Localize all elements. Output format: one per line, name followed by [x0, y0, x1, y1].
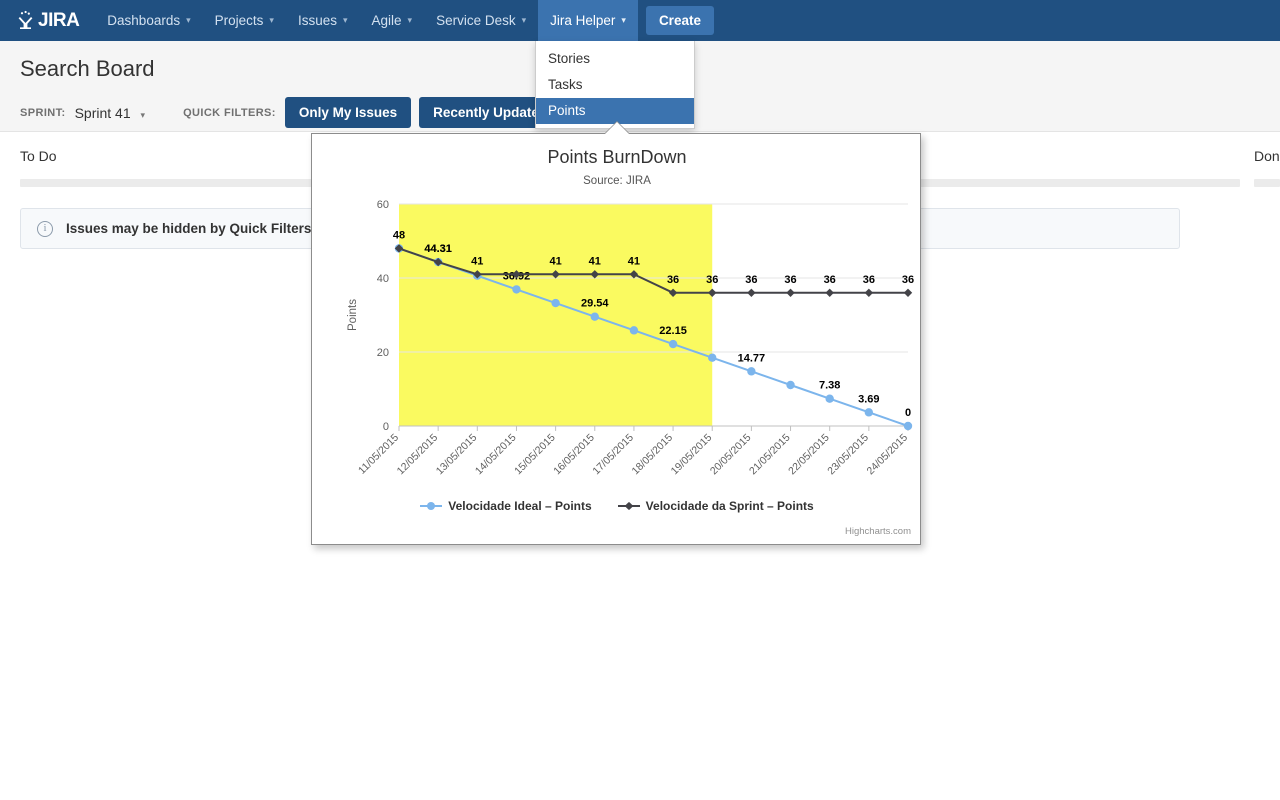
board-filter-bar: SPRINT: Sprint 41 ▾ QUICK FILTERS: Only … [20, 97, 569, 128]
jira-logo[interactable]: JIRA [0, 0, 95, 41]
svg-text:36: 36 [784, 274, 796, 286]
svg-text:20/05/2015: 20/05/2015 [708, 432, 754, 478]
svg-text:22.15: 22.15 [659, 325, 687, 337]
svg-text:44.31: 44.31 [424, 243, 452, 255]
chart-credit: Highcharts.com [845, 526, 911, 537]
chevron-down-icon: ▾ [521, 15, 527, 25]
quick-filter-warning-text: Issues may be hidden by Quick Filters [66, 221, 312, 236]
chart-legend: Velocidade Ideal – Points Velocidade da … [312, 499, 922, 513]
nav-item-label: Jira Helper [550, 13, 616, 28]
nav-item-label: Dashboards [107, 13, 181, 28]
menu-item-tasks[interactable]: Tasks [536, 72, 694, 98]
board-column-bar-done [1254, 179, 1280, 187]
board-column-header-todo: To Do [20, 148, 57, 164]
svg-text:41: 41 [589, 255, 601, 267]
jira-helper-dropdown-menu: Stories Tasks Points Pizza [535, 41, 695, 129]
chevron-down-icon: ▾ [269, 15, 274, 25]
top-navigation-bar: JIRA Dashboards ▾ Projects ▾ Issues ▾ Ag… [0, 0, 1280, 41]
nav-item-service-desk[interactable]: Service Desk ▾ [424, 0, 538, 41]
nav-item-label: Agile [371, 13, 402, 28]
legend-marker-ideal-icon [420, 502, 443, 510]
svg-text:36: 36 [706, 274, 718, 286]
svg-text:41: 41 [549, 255, 561, 267]
svg-text:15/05/2015: 15/05/2015 [512, 432, 558, 478]
svg-text:14.77: 14.77 [738, 352, 766, 364]
legend-item-velocidade-ideal[interactable]: Velocidade Ideal – Points [420, 499, 592, 513]
chevron-down-icon: ▾ [140, 109, 146, 120]
legend-item-velocidade-da-sprint[interactable]: Velocidade da Sprint – Points [617, 499, 814, 513]
nav-item-label: Projects [214, 13, 264, 28]
nav-item-issues[interactable]: Issues ▾ [286, 0, 360, 41]
quick-filter-only-my-issues[interactable]: Only My Issues [284, 97, 412, 128]
svg-text:20: 20 [377, 347, 389, 359]
svg-text:22/05/2015: 22/05/2015 [786, 432, 832, 478]
nav-item-projects[interactable]: Projects ▾ [203, 0, 286, 41]
svg-text:19/05/2015: 19/05/2015 [669, 432, 715, 478]
svg-text:41: 41 [628, 255, 640, 267]
svg-text:14/05/2015: 14/05/2015 [473, 432, 519, 478]
svg-text:36: 36 [824, 274, 836, 286]
svg-text:17/05/2015: 17/05/2015 [590, 432, 636, 478]
svg-text:18/05/2015: 18/05/2015 [630, 432, 676, 478]
page-title: Search Board [20, 56, 155, 81]
chevron-down-icon: ▾ [407, 15, 413, 25]
sprint-selector-value: Sprint 41 [74, 104, 131, 121]
nav-item-jira-helper[interactable]: Jira Helper ▾ [538, 0, 638, 41]
svg-text:41: 41 [471, 255, 483, 267]
info-icon: i [37, 220, 53, 237]
svg-text:40: 40 [377, 273, 389, 285]
svg-text:36: 36 [667, 274, 679, 286]
create-button[interactable]: Create [645, 6, 714, 35]
svg-text:36: 36 [863, 274, 875, 286]
jira-logo-icon [16, 10, 36, 32]
chevron-down-icon: ▾ [342, 15, 348, 25]
svg-text:12/05/2015: 12/05/2015 [395, 432, 441, 478]
svg-text:Points: Points [347, 299, 359, 331]
svg-text:23/05/2015: 23/05/2015 [825, 432, 871, 478]
nav-item-label: Service Desk [436, 13, 516, 28]
menu-item-stories[interactable]: Stories [536, 46, 694, 72]
burndown-chart-popup: Points BurnDown Source: JIRA 0 20 40 60 11/0… [311, 133, 921, 545]
chevron-down-icon: ▾ [621, 15, 626, 25]
nav-item-dashboards[interactable]: Dashboards ▾ [95, 0, 202, 41]
svg-text:0: 0 [905, 407, 911, 419]
svg-text:29.54: 29.54 [581, 298, 609, 310]
burndown-chart-plot: 020406011/05/201512/05/201513/05/201514/… [347, 199, 914, 478]
nav-item-agile[interactable]: Agile ▾ [360, 0, 425, 41]
legend-label: Velocidade Ideal – Points [448, 499, 592, 513]
legend-marker-sprint-icon [617, 505, 640, 507]
nav-item-label: Issues [297, 13, 337, 28]
svg-text:48: 48 [393, 229, 405, 241]
svg-text:60: 60 [377, 199, 389, 211]
sprint-selector[interactable]: Sprint 41 ▾ [75, 105, 145, 121]
svg-text:36: 36 [745, 274, 757, 286]
legend-label: Velocidade da Sprint – Points [645, 499, 814, 513]
svg-text:36: 36 [902, 274, 914, 286]
popup-caret [605, 122, 629, 134]
svg-text:7.38: 7.38 [819, 380, 840, 392]
svg-text:21/05/2015: 21/05/2015 [747, 432, 793, 478]
svg-text:0: 0 [383, 421, 389, 433]
svg-text:13/05/2015: 13/05/2015 [434, 432, 480, 478]
svg-text:24/05/2015: 24/05/2015 [864, 432, 910, 478]
sprint-label: SPRINT: [20, 106, 66, 119]
chevron-down-icon: ▾ [186, 15, 191, 25]
quick-filters-label: QUICK FILTERS: [183, 106, 276, 119]
svg-text:3.69: 3.69 [858, 393, 879, 405]
svg-text:16/05/2015: 16/05/2015 [551, 432, 597, 478]
jira-logo-text: JIRA [38, 9, 80, 31]
board-column-header-done: Done [1254, 148, 1280, 164]
